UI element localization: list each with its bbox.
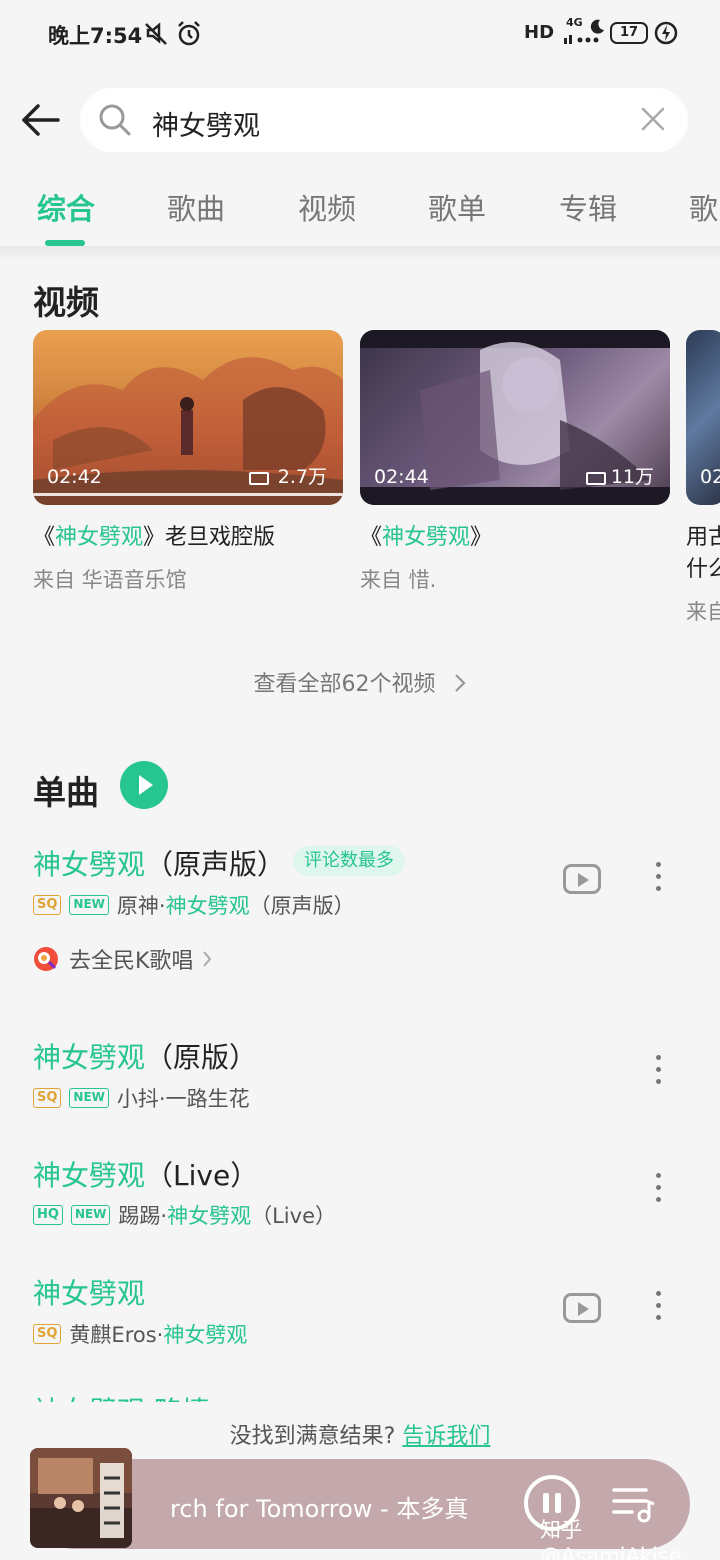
see-all-videos-link[interactable]: 查看全部62个视频 — [0, 666, 720, 698]
clear-icon[interactable] — [640, 106, 666, 132]
moon-icon — [590, 19, 604, 34]
karaoke-link[interactable]: 去全民K歌唱 — [33, 943, 213, 975]
more-options-icon[interactable] — [653, 862, 663, 898]
search-bar[interactable]: 神女劈观 — [80, 88, 688, 152]
video-card-2[interactable]: 02:44 11万 — [360, 330, 670, 505]
more-options-icon[interactable] — [653, 1291, 663, 1327]
song-title[interactable]: 神女劈观 — [33, 1272, 145, 1312]
search-icon — [99, 104, 131, 136]
song-subtitle: HQ NEW 踢踢· 神女劈观 （Live） — [33, 1200, 336, 1230]
status-bar: 晚上7:54 HD 4G 17 — [0, 0, 720, 70]
quality-badge: SQ — [33, 1324, 62, 1344]
watermark: 知乎 @AsamiAkise — [540, 1518, 682, 1560]
tab-songs[interactable]: 歌曲 — [167, 186, 225, 228]
song-subtitle: SQ 黄麒Eros· 神女劈观 — [33, 1319, 247, 1349]
new-badge: NEW — [70, 1205, 111, 1225]
new-badge: NEW — [69, 1088, 109, 1108]
most-comments-badge: 评论数最多 — [293, 846, 405, 876]
network-type: 4G — [566, 16, 583, 29]
tab-albums[interactable]: 专辑 — [559, 186, 617, 228]
play-all-icon[interactable] — [120, 761, 168, 809]
feedback-row: 没找到满意结果? 告诉我们 — [229, 1424, 491, 1449]
tab-singers[interactable]: 歌 — [689, 186, 718, 228]
video-title-3[interactable]: 用古 什么 — [686, 522, 720, 586]
album-art — [30, 1448, 132, 1548]
song-subtitle: SQ NEW 小抖·一路生花 — [33, 1083, 250, 1113]
songs-section-title: 单曲 — [33, 773, 99, 812]
video-title-1[interactable]: 《神女劈观》老旦戏腔版 — [33, 522, 275, 554]
tab-comprehensive[interactable]: 综合 — [37, 186, 95, 228]
mv-play-icon[interactable] — [563, 864, 601, 894]
quality-badge: SQ — [33, 895, 62, 915]
mute-icon — [145, 22, 167, 45]
video-duration: 02 — [700, 466, 720, 488]
new-badge: NEW — [69, 895, 109, 915]
video-source-2: 来自 惜. — [360, 568, 437, 592]
karaoke-icon — [34, 947, 58, 971]
video-duration: 02:42 — [47, 466, 102, 488]
mv-play-icon[interactable] — [563, 1293, 601, 1323]
now-playing-title: rch for Tomorrow - 本多真 — [170, 1495, 469, 1523]
tab-bar: 综合 歌曲 视频 歌单 专辑 歌 — [0, 168, 720, 246]
video-source-1: 来自 华语音乐馆 — [33, 568, 187, 592]
video-icon — [249, 472, 269, 485]
song-title[interactable]: 神女劈观（原声版） — [33, 843, 285, 883]
song-title-partial: 神女劈观 略情 — [33, 1390, 210, 1402]
battery-indicator: 17 — [610, 22, 648, 44]
song-title[interactable]: 神女劈观（Live） — [33, 1154, 258, 1194]
alarm-icon — [178, 21, 200, 46]
divider — [0, 246, 720, 262]
video-views: 2.7万 — [277, 466, 327, 488]
back-arrow-icon[interactable] — [18, 98, 62, 142]
song-subtitle: SQ NEW 原神· 神女劈观 （原声版） — [33, 890, 355, 920]
tab-videos[interactable]: 视频 — [298, 186, 356, 228]
video-icon — [586, 472, 606, 485]
video-duration: 02:44 — [374, 466, 429, 488]
feedback-link[interactable]: 告诉我们 — [402, 1424, 490, 1449]
album-cover[interactable] — [30, 1448, 132, 1548]
video-section-title: 视频 — [33, 283, 99, 322]
tab-playlists[interactable]: 歌单 — [428, 186, 486, 228]
quality-badge: HQ — [33, 1205, 63, 1225]
battery-level: 17 — [619, 25, 639, 40]
video-title-2[interactable]: 《神女劈观》 — [360, 522, 492, 554]
status-time: 晚上7:54 — [48, 24, 143, 48]
video-card-3[interactable]: 02 — [686, 330, 720, 505]
charging-icon — [654, 21, 678, 45]
chevron-right-icon — [203, 951, 212, 967]
video-source-3: 来自 — [686, 600, 720, 624]
more-options-icon[interactable] — [653, 1173, 663, 1209]
quality-badge: SQ — [33, 1088, 62, 1108]
song-title[interactable]: 神女劈观（原版） — [33, 1036, 257, 1076]
hd-indicator: HD — [524, 22, 555, 43]
more-options-icon[interactable] — [653, 1055, 663, 1091]
video-views: 11万 — [610, 466, 654, 488]
search-input[interactable]: 神女劈观 — [152, 104, 260, 143]
video-card-1[interactable]: 02:42 2.7万 — [33, 330, 343, 505]
chevron-right-icon — [454, 674, 466, 692]
